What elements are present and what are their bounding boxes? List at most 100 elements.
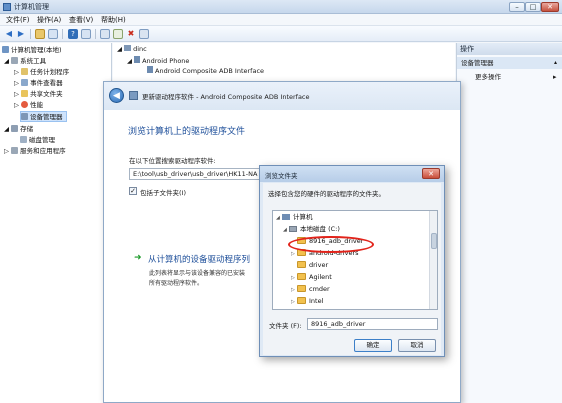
title-bar[interactable]: 计算机管理 – □ ✕	[0, 0, 562, 14]
tree-item-system-tools[interactable]: ◢ 系统工具	[4, 56, 46, 67]
disk-icon	[20, 136, 27, 143]
show-tree-icon[interactable]	[48, 29, 58, 39]
pick-from-list-description: 所有驱动程序软件。	[149, 280, 204, 287]
update-dialog-header: ◀ 更新驱动程序软件 - Android Composite ADB Inter…	[104, 82, 460, 110]
folder-name-input[interactable]: 8916_adb_driver	[307, 318, 438, 330]
navigation-tree: 计算机管理(本地) ◢ 系统工具 ▷ 任务计划程序 ▷ 事件查看器 ▷ 共享文件…	[0, 43, 112, 403]
collapse-icon[interactable]: ◢	[117, 45, 124, 53]
toolbar-divider	[62, 29, 63, 39]
menu-bar: 文件(F) 操作(A) 查看(V) 帮助(H)	[0, 14, 562, 26]
tree-item-task-scheduler[interactable]: ▷ 任务计划程序	[14, 67, 69, 78]
folder-icon	[297, 297, 306, 304]
close-button[interactable]: ✕	[422, 168, 440, 179]
tree-item-device-manager[interactable]: 设备管理器	[20, 111, 67, 122]
ok-button[interactable]: 确定	[354, 339, 392, 352]
toolbar-divider	[95, 29, 96, 39]
disk-icon	[289, 226, 297, 232]
uninstall-icon[interactable]: ✖	[126, 29, 136, 39]
include-subfolders-checkbox[interactable]: ✓	[129, 187, 137, 195]
tree-item-event-viewer[interactable]: ▷ 事件查看器	[14, 78, 63, 89]
close-button[interactable]: ✕	[541, 2, 559, 12]
tree-item-shared-folders[interactable]: ▷ 共享文件夹	[14, 89, 63, 100]
expand-icon[interactable]: ▷	[14, 79, 21, 87]
folder-item-computer[interactable]: ◢ 计算机	[273, 211, 437, 223]
update-driver-icon[interactable]	[113, 29, 123, 39]
expand-icon[interactable]: ▷	[14, 68, 21, 76]
expand-icon[interactable]: ▷	[4, 147, 11, 155]
action-more-actions[interactable]: 更多操作	[457, 71, 562, 83]
menu-view[interactable]: 查看(V)	[69, 15, 93, 25]
browse-dialog-body: 选择包含您的硬件的驱动程序的文件夹。 ◢ 计算机 ◢ 本地磁盘 (C:) 8916_…	[263, 183, 441, 355]
driver-path-input[interactable]: E:\tool\usb_driver\usb_driver\HK11-NA	[129, 168, 279, 180]
browse-dialog-titlebar[interactable]: 浏览文件夹 ✕	[260, 166, 444, 182]
services-icon	[11, 147, 19, 154]
menu-file[interactable]: 文件(F)	[6, 15, 30, 25]
expand-icon[interactable]: ▷	[14, 90, 21, 98]
action-device-manager[interactable]: 设备管理器	[457, 57, 562, 69]
tree-item-storage[interactable]: ◢ 存储	[4, 124, 33, 135]
chevron-right-icon: ▸	[553, 73, 557, 81]
expand-icon[interactable]: ▷	[14, 101, 21, 109]
arrow-right-icon: ➜	[134, 253, 142, 263]
highlight-annotation-ring	[288, 236, 374, 253]
include-subfolders-label[interactable]: 包括子文件夹(I)	[140, 187, 186, 197]
back-icon[interactable]: ◀	[4, 29, 14, 39]
phone-icon	[134, 56, 141, 63]
menu-help[interactable]: 帮助(H)	[101, 15, 126, 25]
scrollbar-thumb[interactable]	[431, 233, 437, 249]
tree-item-root[interactable]: 计算机管理(本地)	[2, 45, 62, 56]
back-button[interactable]: ◀	[109, 88, 124, 103]
folder-item[interactable]: ▷ Agilent	[273, 271, 437, 283]
folder-icon	[297, 261, 306, 268]
toolbar: ◀ ▶ ? ✖	[0, 26, 562, 42]
cancel-button[interactable]: 取消	[398, 339, 436, 352]
tree-item-services-apps[interactable]: ▷ 服务和应用程序	[4, 146, 66, 157]
clock-icon	[21, 68, 29, 75]
minimize-button[interactable]: –	[509, 2, 525, 12]
computer-icon[interactable]	[100, 29, 110, 39]
maximize-button[interactable]: □	[525, 2, 541, 12]
folder-tree[interactable]: ◢ 计算机 ◢ 本地磁盘 (C:) 8916_adb_driver ▷ android…	[272, 210, 438, 310]
device-adb-interface[interactable]: Android Composite ADB Interface	[147, 66, 264, 75]
folder-item[interactable]: ▷ Intel	[273, 295, 437, 307]
device-icon	[147, 66, 153, 73]
shared-folder-icon	[21, 90, 29, 97]
pick-from-list-description: 此列表将显示与该设备兼容的已安装	[149, 270, 246, 277]
tree-item-performance[interactable]: ▷ 性能	[14, 100, 43, 111]
folder-icon	[297, 273, 306, 280]
window-title: 计算机管理	[14, 3, 49, 11]
collapse-icon[interactable]: ▴	[554, 57, 557, 69]
event-log-icon	[21, 79, 29, 86]
folder-up-icon[interactable]	[35, 29, 45, 39]
device-android-phone[interactable]: ◢ Android Phone	[127, 56, 189, 65]
browse-folder-dialog: 浏览文件夹 ✕ 选择包含您的硬件的驱动程序的文件夹。 ◢ 计算机 ◢ 本地磁盘 (C…	[259, 165, 445, 357]
scan-hardware-icon[interactable]	[139, 29, 149, 39]
pick-from-list-link[interactable]: 从计算机的设备驱动程序列	[148, 253, 250, 265]
collapse-icon[interactable]: ◢	[4, 125, 11, 133]
tree-item-disk-management[interactable]: 磁盘管理	[20, 135, 55, 146]
collapse-icon[interactable]: ◢	[4, 57, 11, 65]
folder-item[interactable]: ▷ cmder	[273, 283, 437, 295]
actions-header: 操作	[457, 43, 562, 55]
device-manager-icon	[21, 113, 28, 120]
computer-management-icon	[2, 46, 9, 53]
menu-action[interactable]: 操作(A)	[37, 15, 61, 25]
folder-label: 文件夹 (F):	[269, 322, 302, 330]
forward-icon[interactable]: ▶	[16, 29, 26, 39]
actions-pane: 操作 设备管理器 ▴ 更多操作 ▸	[456, 43, 562, 403]
folder-item[interactable]: driver	[273, 259, 437, 271]
folder-item-local-disk[interactable]: ◢ 本地磁盘 (C:)	[273, 223, 437, 235]
storage-icon	[11, 125, 19, 132]
search-location-label: 在以下位置搜索驱动程序软件:	[129, 157, 216, 165]
tools-icon	[11, 57, 19, 64]
properties-icon[interactable]	[81, 29, 91, 39]
folder-tree-scrollbar[interactable]	[429, 211, 437, 309]
help-icon[interactable]: ?	[68, 29, 78, 39]
performance-icon	[21, 101, 29, 108]
browse-heading: 浏览计算机上的驱动程序文件	[128, 127, 246, 137]
device-root[interactable]: ◢ dinc	[117, 45, 147, 53]
folder-icon	[297, 285, 306, 292]
collapse-icon[interactable]: ◢	[127, 57, 134, 65]
computer-icon	[282, 214, 290, 220]
device-icon	[129, 91, 138, 100]
